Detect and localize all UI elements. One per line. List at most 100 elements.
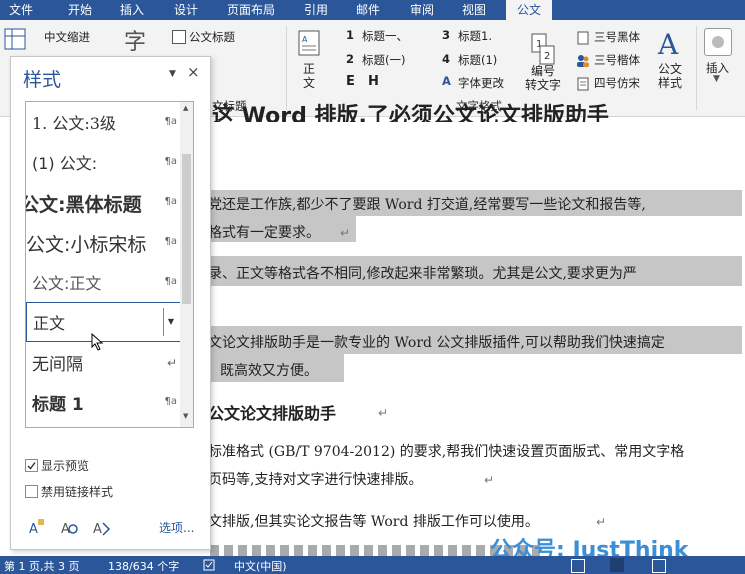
- font-fangsong-button[interactable]: 四号仿宋: [594, 75, 640, 91]
- font-change-icon: A: [442, 74, 451, 88]
- style-item-label: 公文:小标宋标: [26, 234, 147, 256]
- gongwen-title-button[interactable]: 公文标题: [189, 29, 235, 45]
- style-item-label: 1. 公文:3级: [32, 114, 116, 133]
- h3-button[interactable]: 标题1.: [458, 28, 492, 44]
- doc-paragraph-line: 既高效又方便。: [220, 363, 318, 379]
- svg-text:A: A: [93, 522, 102, 537]
- zhengwen-label-2: 文: [302, 76, 315, 90]
- h-button[interactable]: H: [368, 74, 379, 89]
- zhengwen-label-1: 正: [302, 62, 315, 76]
- paragraph-mark: ↵: [378, 406, 389, 420]
- h1-button[interactable]: 标题一、: [362, 28, 408, 44]
- svg-text:A: A: [657, 28, 679, 58]
- style-list-item[interactable]: 公文:黑体标题 ¶a: [26, 182, 181, 222]
- font-kaiti-button[interactable]: 三号楷体: [594, 52, 640, 68]
- proofing-icon[interactable]: [203, 559, 215, 571]
- tab-design[interactable]: 设计: [164, 0, 208, 20]
- doc-icon: [576, 30, 590, 45]
- style-item-label: 正文: [33, 314, 66, 333]
- show-preview-label: 显示预览: [41, 459, 90, 473]
- svg-text:A: A: [29, 522, 38, 537]
- scroll-down-icon[interactable]: ▼: [183, 412, 188, 420]
- table-icon[interactable]: [4, 28, 26, 50]
- style-item-label: (1) 公文:: [32, 154, 98, 173]
- e-button[interactable]: E: [346, 74, 355, 89]
- page-count[interactable]: 第 1 页,共 3 页: [4, 558, 79, 574]
- word-count[interactable]: 138/634 个字: [108, 558, 179, 574]
- read-mode-icon[interactable]: [571, 559, 585, 573]
- paragraph-mark: ↵: [340, 226, 351, 240]
- linked-style-icon: ¶a: [164, 396, 178, 407]
- close-icon[interactable]: ×: [187, 63, 200, 81]
- doc-small-icon: [576, 76, 590, 91]
- tab-page-layout[interactable]: 页面布局: [218, 0, 284, 20]
- divider: [696, 26, 697, 110]
- style-dropdown-chevron-icon[interactable]: ▼: [163, 308, 178, 336]
- print-layout-icon[interactable]: [610, 558, 624, 572]
- tab-mailings[interactable]: 邮件: [346, 0, 390, 20]
- style-list-item[interactable]: 标题 1 ¶a: [26, 382, 181, 422]
- options-link[interactable]: 选项...: [159, 519, 194, 536]
- doc-paragraph-line: 党还是工作族,都少不了要跟 Word 打交道,经常要写一些论文和报告等,: [208, 197, 646, 213]
- svg-text:2: 2: [544, 51, 550, 62]
- language-indicator[interactable]: 中文(中国): [234, 558, 287, 574]
- style-label-1: 公文: [657, 62, 682, 76]
- style-a-icon: A: [656, 28, 686, 61]
- numbering-label-2: 转文字: [524, 78, 561, 92]
- chevron-down-icon[interactable]: ▼: [713, 74, 720, 84]
- style-item-label: 公文:黑体标题: [26, 194, 142, 216]
- numbering-to-text-button[interactable]: 编号 转文字: [522, 64, 564, 92]
- mouse-cursor-icon: [91, 332, 107, 351]
- document-text-icon: A: [298, 30, 320, 56]
- style-inspector-icon[interactable]: A: [59, 517, 79, 537]
- numbering-label-1: 编号: [530, 64, 555, 78]
- scroll-thumb[interactable]: [182, 154, 191, 304]
- new-style-icon[interactable]: A: [27, 517, 47, 537]
- font-heiti-button[interactable]: 三号黑体: [594, 29, 640, 45]
- h2-button[interactable]: 标题(一): [362, 52, 405, 68]
- status-bar: 第 1 页,共 3 页 138/634 个字 中文(中国): [0, 556, 745, 574]
- zhengwen-button[interactable]: 正 文: [300, 62, 318, 90]
- tab-view[interactable]: 视图: [452, 0, 496, 20]
- font-change-button[interactable]: 字体更改: [458, 75, 504, 91]
- linked-style-icon: ¶a: [164, 196, 178, 207]
- style-list: 1. 公文:3级 ¶a (1) 公文: ¶a 公文:黑体标题 ¶a 公文:小标宋…: [25, 101, 182, 428]
- show-preview-checkbox[interactable]: [25, 459, 38, 472]
- tab-references[interactable]: 引用: [294, 0, 338, 20]
- people-icon: [576, 53, 590, 67]
- style-list-scrollbar[interactable]: ▲ ▼: [180, 101, 194, 428]
- paragraph-mark: ↵: [596, 515, 607, 529]
- style-item-label: 公文:正文: [32, 274, 102, 293]
- paragraph-style-icon: ↵: [166, 356, 177, 370]
- web-layout-icon[interactable]: [652, 559, 666, 573]
- numbering-icon: 12: [530, 32, 556, 66]
- h1-number: 1: [346, 28, 355, 42]
- styles-pane: 样式 ▼ × 1. 公文:3级 ¶a (1) 公文: ¶a 公文:黑体标题 ¶a…: [10, 56, 211, 550]
- tab-gongwen[interactable]: 公文: [506, 0, 552, 20]
- linked-style-icon: ¶a: [164, 276, 178, 287]
- pane-menu-chevron-icon[interactable]: ▼: [169, 69, 176, 79]
- gongwen-style-button[interactable]: 公文 样式: [650, 62, 690, 90]
- doc-title: 这 Word 排版,了必须公文论文排版助手: [212, 104, 609, 122]
- char-icon[interactable]: 字: [124, 24, 146, 56]
- disable-linked-styles-checkbox[interactable]: [25, 485, 38, 498]
- tab-review[interactable]: 审阅: [400, 0, 444, 20]
- doc-paragraph-line: 录、正文等格式各不相同,修改起来非常繁琐。尤其是公文,要求更为严: [208, 266, 637, 282]
- scroll-up-icon[interactable]: ▲: [183, 104, 188, 112]
- h2-number: 2: [346, 52, 355, 66]
- h4-number: 4: [442, 52, 451, 66]
- h4-button[interactable]: 标题(1): [458, 52, 497, 68]
- linked-style-icon: ¶a: [164, 156, 178, 167]
- tab-home[interactable]: 开始: [58, 0, 102, 20]
- style-list-item[interactable]: 公文:小标宋标 ¶a: [26, 222, 181, 262]
- manage-styles-icon[interactable]: A: [91, 517, 111, 537]
- insert-icon: [704, 28, 732, 56]
- style-list-item[interactable]: 公文:正文 ¶a: [26, 262, 181, 302]
- tab-insert[interactable]: 插入: [110, 0, 154, 20]
- style-list-item[interactable]: 1. 公文:3级 ¶a: [26, 102, 181, 142]
- cn-indent-button[interactable]: 中文缩进: [44, 29, 90, 45]
- style-list-item[interactable]: (1) 公文: ¶a: [26, 142, 181, 182]
- svg-text:A: A: [302, 35, 308, 44]
- style-label-2: 样式: [657, 76, 682, 90]
- tab-file[interactable]: 文件: [0, 0, 42, 20]
